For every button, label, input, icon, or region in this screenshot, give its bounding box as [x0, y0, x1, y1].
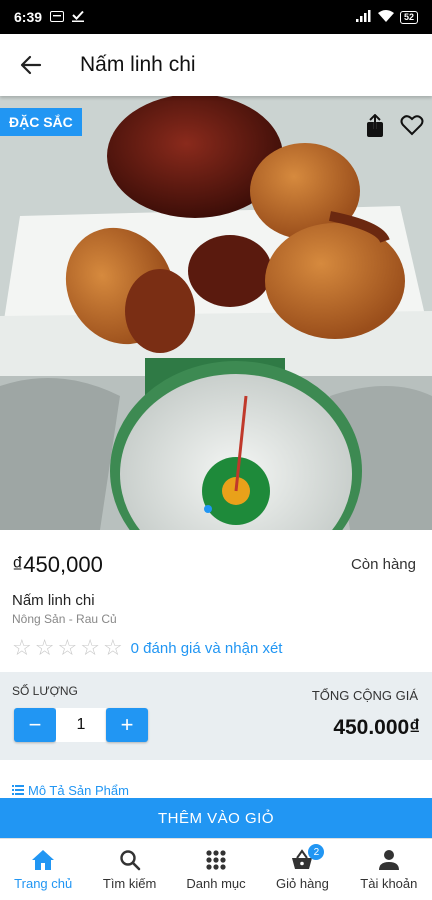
status-bar: 6:39 52 — [0, 0, 432, 34]
quantity-input[interactable]: 1 — [56, 708, 106, 742]
nav-item-label: Tìm kiếm — [102, 876, 157, 891]
stock-status: Còn hàng — [350, 556, 416, 573]
total-label: TỔNG CỘNG GIÁ — [311, 688, 418, 703]
bottom-navigation: Trang chủ Tìm kiếm Danh mục 2 Giỏ hàng T… — [0, 838, 432, 900]
quantity-label: SỐ LƯỢNG — [12, 684, 78, 698]
product-category: Nông Sản - Rau Củ — [12, 612, 117, 626]
rating-stars[interactable]: ☆ ☆ ☆ ☆ ☆ — [12, 636, 123, 660]
signal-icon — [355, 9, 372, 25]
reviews-link[interactable]: 0 đánh giá và nhận xét — [131, 640, 283, 657]
wifi-icon — [377, 9, 394, 25]
increase-quantity-button[interactable]: + — [106, 708, 148, 742]
download-done-icon — [72, 9, 85, 25]
cart-count-badge: 2 — [308, 844, 325, 860]
search-icon — [119, 848, 141, 872]
nav-item-label: Giỏ hàng — [276, 876, 329, 891]
star-icon: ☆ — [12, 635, 32, 660]
nav-item-label: Tài khoản — [360, 876, 418, 891]
description-tab-label: Mô Tả Sản Phẩm — [28, 782, 129, 798]
status-time: 6:39 — [14, 9, 43, 25]
featured-badge: ĐẶC SẮC — [0, 108, 82, 136]
nav-item-categories[interactable]: Danh mục — [173, 839, 259, 900]
quantity-stepper: − 1 + — [14, 708, 148, 742]
share-icon — [367, 114, 383, 137]
back-button[interactable] — [0, 34, 62, 96]
nav-item-label: Trang chủ — [14, 876, 73, 891]
nav-item-search[interactable]: Tìm kiếm — [86, 839, 172, 900]
star-icon: ☆ — [80, 635, 100, 660]
product-price: ₫450,000 — [12, 552, 103, 577]
user-icon — [378, 848, 400, 872]
battery-indicator: 52 — [399, 10, 418, 24]
total-price: 450.000₫ — [333, 716, 420, 739]
nav-item-label: Danh mục — [186, 876, 246, 891]
add-to-cart-button[interactable]: THÊM VÀO GIỎ — [0, 798, 432, 838]
description-tab[interactable]: Mô Tả Sản Phẩm — [12, 782, 129, 798]
nav-item-account[interactable]: Tài khoản — [346, 839, 432, 900]
share-button[interactable] — [364, 114, 386, 138]
star-icon: ☆ — [57, 635, 78, 660]
lingzhi-mushroom-photo — [0, 96, 432, 530]
nav-item-cart[interactable]: 2 Giỏ hàng — [259, 839, 345, 900]
notification-icon — [50, 9, 65, 25]
home-icon — [31, 848, 55, 872]
product-image[interactable]: ĐẶC SẮC — [0, 96, 432, 530]
app-bar: Nấm linh chi — [0, 34, 432, 96]
list-icon — [12, 785, 24, 795]
decrease-quantity-button[interactable]: − — [14, 708, 56, 742]
grid-icon — [205, 848, 227, 872]
page-title: Nấm linh chi — [80, 53, 196, 76]
basket-icon: 2 — [290, 844, 325, 872]
quantity-panel: SỐ LƯỢNG TỔNG CỘNG GIÁ − 1 + 450.000₫ — [0, 672, 432, 760]
heart-icon — [400, 115, 424, 136]
product-name: Nấm linh chi — [12, 592, 95, 609]
nav-item-home[interactable]: Trang chủ — [0, 839, 86, 900]
star-icon: ☆ — [102, 635, 123, 660]
star-icon: ☆ — [34, 635, 55, 660]
arrow-left-icon — [20, 55, 42, 75]
favorite-button[interactable] — [400, 114, 424, 138]
